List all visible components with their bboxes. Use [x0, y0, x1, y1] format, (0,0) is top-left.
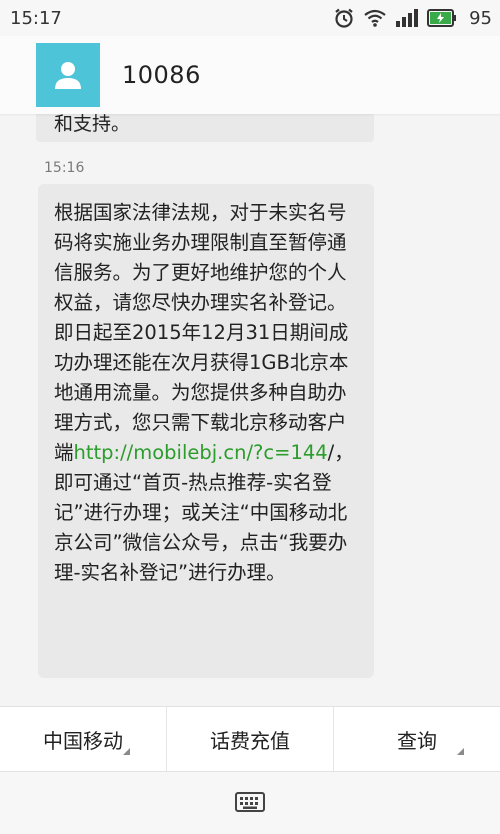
battery-level: 95: [469, 7, 492, 29]
service-menu-bar: 中国移动 话费充值 查询: [0, 706, 500, 772]
message-text: 根据国家法律法规，对于未实名号码将实施业务办理限制直至暂停通信服务。为了更好地维…: [54, 198, 360, 588]
previous-message-bubble[interactable]: 和支持。: [36, 114, 374, 142]
message-body-part-1: 根据国家法律法规，对于未实名号码将实施业务办理限制直至暂停通信服务。为了更好地维…: [54, 201, 349, 464]
menu-item-label: 话费充值: [210, 728, 290, 753]
keyboard-icon[interactable]: [235, 791, 265, 815]
submenu-indicator-icon: [457, 748, 464, 755]
status-time: 15:17: [10, 7, 62, 29]
battery-icon: [427, 9, 457, 27]
contact-avatar[interactable]: [36, 43, 100, 107]
alarm-icon: [335, 8, 353, 28]
status-icons: 95: [333, 7, 492, 29]
message-bubble[interactable]: 根据国家法律法规，对于未实名号码将实施业务办理限制直至暂停通信服务。为了更好地维…: [38, 184, 374, 678]
contact-name: 10086: [122, 61, 201, 89]
signal-icon: [396, 9, 419, 27]
menu-item-label: 查询: [397, 728, 437, 753]
submenu-indicator-icon: [123, 748, 130, 755]
sms-screen: 15:17 95 10086 和支持。 15:16 根据国家法律法规，对于未实名…: [0, 0, 500, 834]
menu-item-china-mobile[interactable]: 中国移动: [0, 707, 166, 771]
wifi-icon: [364, 9, 386, 27]
conversation-header: 10086: [0, 36, 500, 114]
menu-item-query[interactable]: 查询: [333, 707, 500, 771]
previous-message-text: 和支持。: [54, 114, 131, 135]
status-bar: 15:17 95: [0, 0, 500, 36]
message-link[interactable]: http://mobilebj.cn/?c=144: [74, 441, 328, 464]
menu-item-label: 中国移动: [43, 728, 123, 753]
menu-item-recharge[interactable]: 话费充值: [166, 707, 333, 771]
message-timestamp: 15:16: [44, 160, 85, 176]
person-icon: [55, 62, 81, 89]
keyboard-bar: [0, 772, 500, 834]
message-list[interactable]: 和支持。 15:16 根据国家法律法规，对于未实名号码将实施业务办理限制直至暂停…: [0, 114, 500, 706]
